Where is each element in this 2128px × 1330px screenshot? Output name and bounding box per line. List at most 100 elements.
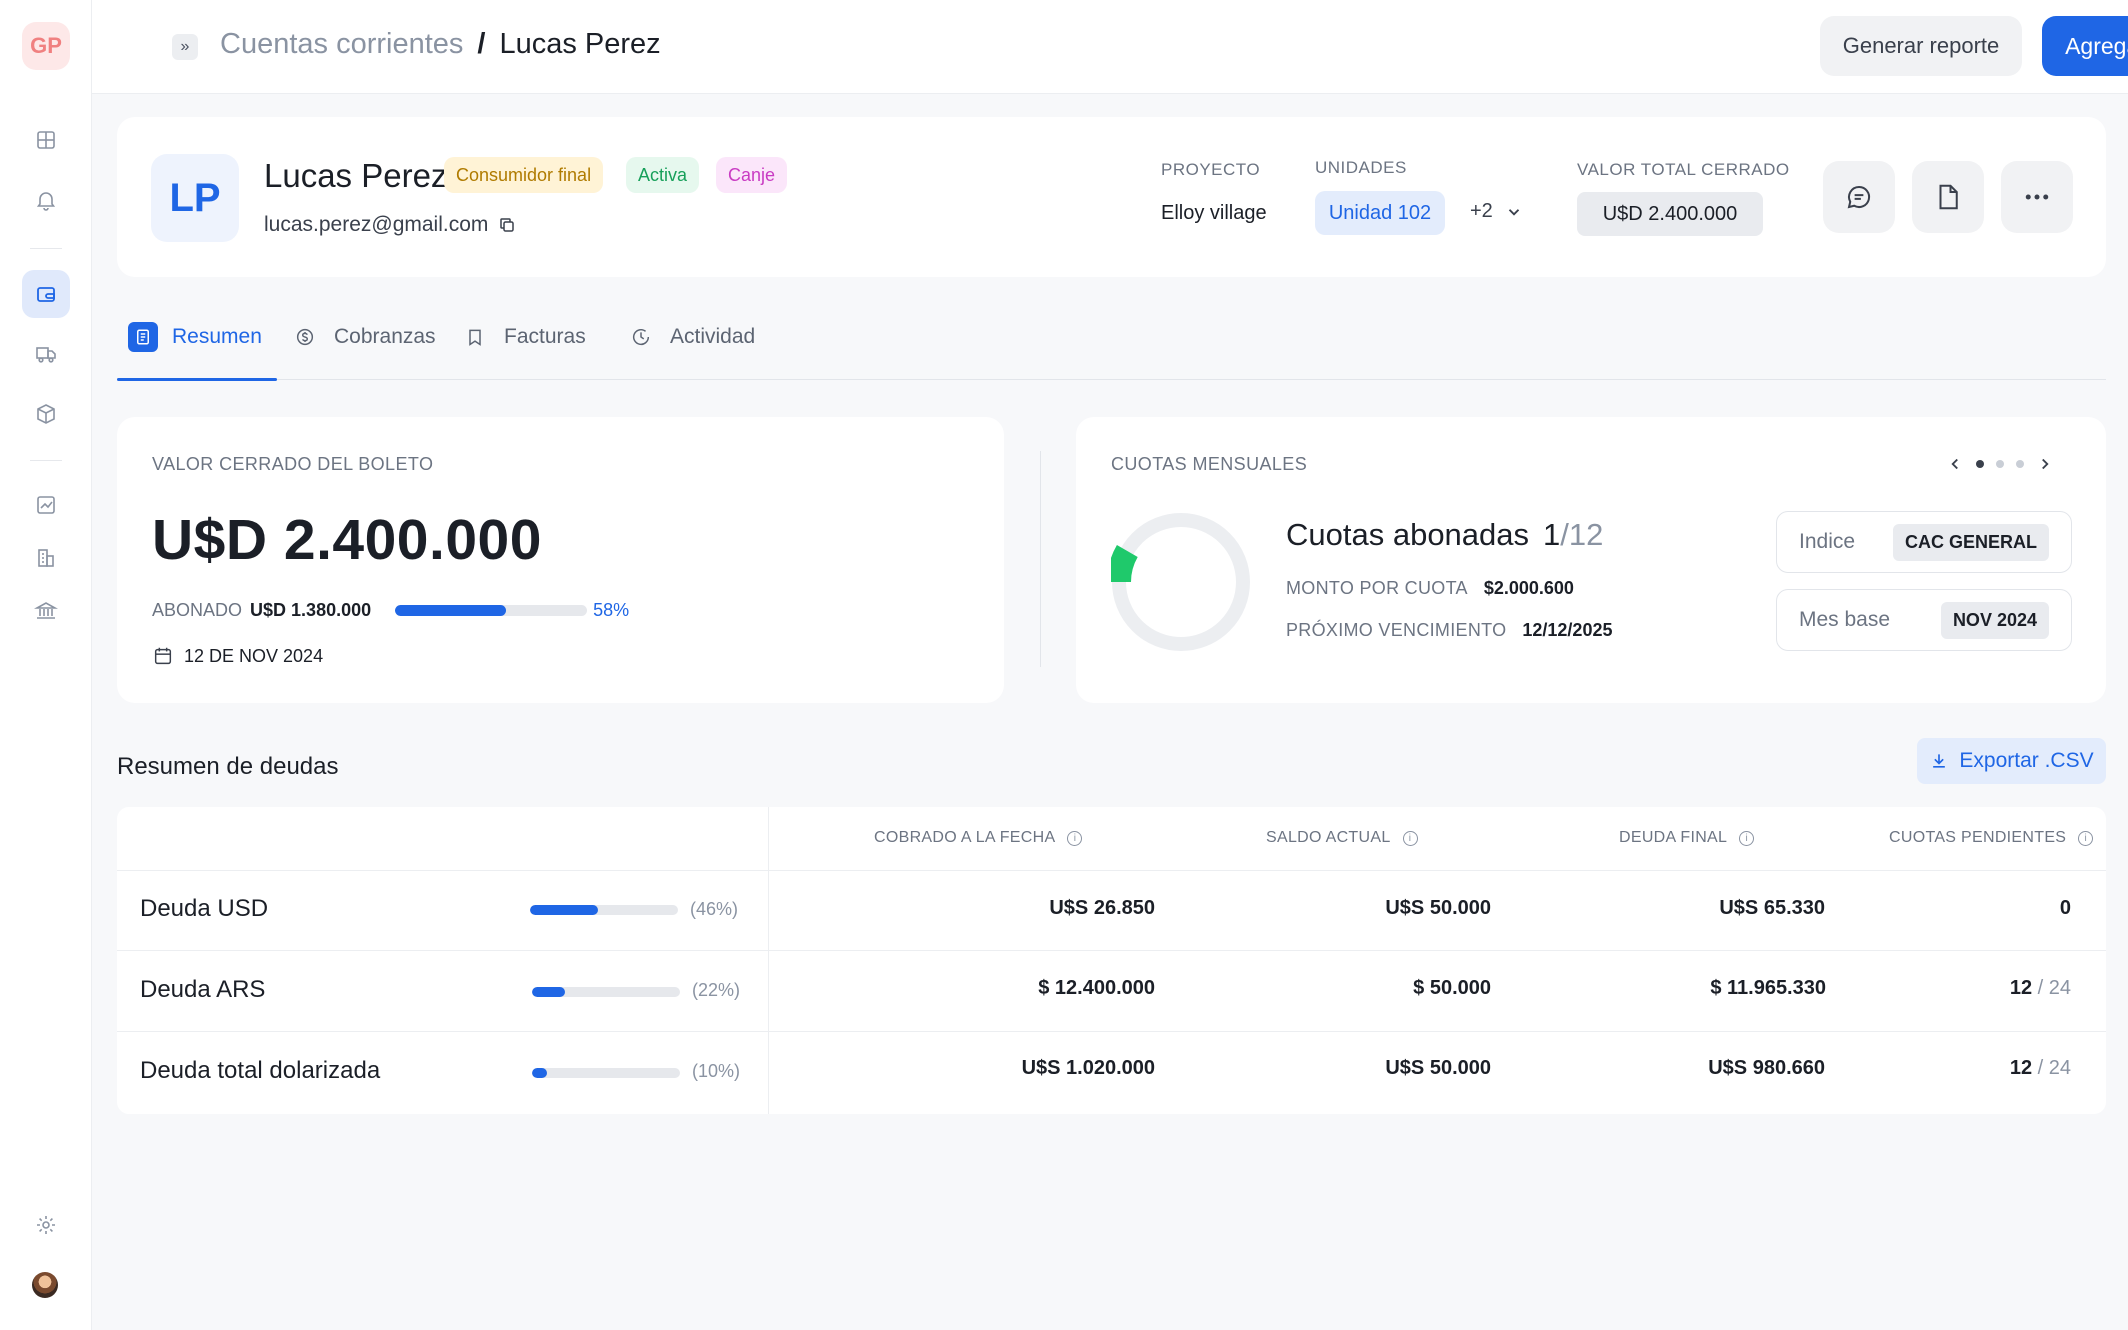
project-label: PROYECTO: [1161, 160, 1261, 179]
table-row-divider: [117, 950, 2106, 951]
chart-icon[interactable]: [22, 481, 70, 529]
user-avatar[interactable]: [32, 1272, 58, 1298]
header-saldo: SALDO ACTUAL i: [1266, 829, 1418, 847]
indice-value: CAC GENERAL: [1892, 523, 2049, 561]
header-cuotas-pendientes: CUOTAS PENDIENTES i: [1889, 829, 2094, 847]
download-icon: [1933, 754, 1946, 768]
app-logo[interactable]: GP: [22, 22, 70, 70]
cell-saldo: $ 50.000: [1413, 977, 1491, 999]
unit-pill[interactable]: Unidad 102: [1315, 191, 1445, 235]
cuotas-pendientes-count: 12: [2009, 977, 2033, 999]
chevron-left-icon[interactable]: [1946, 455, 1964, 473]
bank-icon[interactable]: [22, 587, 70, 635]
active-tab-indicator: [117, 378, 277, 381]
generate-report-button[interactable]: Generar reporte: [1820, 16, 2022, 76]
header-saldo-label: SALDO ACTUAL: [1266, 829, 1391, 846]
row-progress-fill: [530, 905, 599, 915]
cuotas-paid: 1: [1543, 517, 1561, 552]
chat-icon: [1847, 185, 1871, 209]
cuotas-title-row: Cuotas abonadas 1/12: [1286, 517, 1603, 553]
chevron-right-icon[interactable]: [2036, 455, 2054, 473]
header-deuda-final-label: DEUDA FINAL: [1619, 829, 1728, 846]
cuotas-title: Cuotas abonadas: [1286, 517, 1530, 552]
tab-actividad[interactable]: Actividad: [626, 322, 755, 380]
header-cuotas-pendientes-label: CUOTAS PENDIENTES: [1889, 829, 2067, 846]
donut-track: [1112, 513, 1250, 651]
proximo-row: PRÓXIMO VENCIMIENTO 12/12/2025: [1286, 620, 1612, 641]
add-button-label: Agregar: [2065, 32, 2128, 59]
chevron-down-icon: [1508, 208, 1519, 216]
topbar: » Cuentas corrientes / Lucas Perez Gener…: [92, 0, 2128, 94]
client-email: lucas.perez@gmail.com: [264, 213, 516, 237]
sidebar-divider: [30, 248, 62, 249]
comments-button[interactable]: [1823, 161, 1895, 233]
cuotas-pendientes-count: 0: [2059, 897, 2071, 919]
units-more-dropdown[interactable]: +2: [1470, 200, 1523, 223]
cell-saldo: U$S 50.000: [1385, 1057, 1491, 1079]
cell-cobrado: U$S 26.850: [1049, 897, 1155, 919]
clock-icon: [626, 322, 656, 352]
tab-bar: Resumen Cobranzas Facturas Actividad: [117, 318, 2106, 381]
cell-deuda-final: $ 11.965.330: [1710, 977, 1826, 999]
cell-cuotas-pendientes: 0: [2060, 897, 2071, 920]
calendar-icon: [154, 647, 172, 665]
client-email-text: lucas.perez@gmail.com: [264, 213, 489, 236]
cell-cuotas-pendientes: 12 / 24: [2010, 977, 2071, 1000]
carousel-dot[interactable]: [1976, 460, 1984, 468]
mes-base-value: NOV 2024: [1940, 601, 2049, 639]
tab-resumen[interactable]: Resumen: [128, 322, 262, 380]
cuotas-donut-chart: [1111, 513, 1250, 651]
export-csv-button[interactable]: Exportar .CSV: [1917, 738, 2106, 784]
total-value-pill: U$D 2.400.000: [1577, 192, 1763, 236]
wallet-icon[interactable]: [22, 270, 70, 318]
cell-cobrado: U$S 1.020.000: [1021, 1057, 1155, 1079]
carousel-dot[interactable]: [1996, 460, 2004, 468]
client-header-card: LP Lucas Perez Consumidor final Activa C…: [117, 117, 2106, 277]
client-name: Lucas Perez: [264, 157, 448, 194]
grid-icon[interactable]: [22, 116, 70, 164]
cell-deuda-final: U$S 980.660: [1708, 1057, 1825, 1079]
more-options-button[interactable]: [2001, 161, 2073, 233]
table-column-divider: [768, 807, 769, 1114]
monto-label: MONTO POR CUOTA: [1286, 578, 1468, 598]
document-button[interactable]: [1912, 161, 1984, 233]
cell-cuotas-pendientes: 12 / 24: [2010, 1057, 2071, 1080]
row-progress-fill: [532, 1068, 547, 1078]
indice-select[interactable]: Indice CAC GENERAL: [1776, 511, 2072, 573]
breadcrumb-parent[interactable]: Cuentas corrientes: [220, 28, 463, 61]
boleto-caption: VALOR CERRADO DEL BOLETO: [152, 454, 434, 474]
sidebar: GP: [0, 0, 92, 1330]
copy-icon[interactable]: [498, 216, 516, 234]
boleto-date-row: 12 DE NOV 2024: [152, 645, 323, 667]
cuotas-card: CUOTAS MENSUALES Cuotas abonadas 1/12 MO…: [1076, 417, 2106, 703]
row-percent: (10%): [692, 1061, 741, 1081]
mes-base-select[interactable]: Mes base NOV 2024: [1776, 589, 2072, 651]
units-label: UNIDADES: [1315, 158, 1407, 177]
box-icon[interactable]: [22, 390, 70, 438]
expand-sidebar-icon[interactable]: »: [172, 34, 198, 60]
monto-value: $2.000.600: [1483, 578, 1574, 598]
cuotas-total: /12: [1560, 517, 1604, 552]
carousel-controls: [1946, 455, 2054, 473]
tag-consumidor-final: Consumidor final: [444, 157, 604, 193]
header-deuda-final: DEUDA FINAL i: [1619, 829, 1755, 847]
row-progress-fill: [532, 987, 565, 997]
truck-icon[interactable]: [22, 330, 70, 378]
cuotas-caption: CUOTAS MENSUALES: [1111, 454, 1308, 474]
building-icon[interactable]: [22, 534, 70, 582]
info-icon[interactable]: i: [1739, 830, 1755, 846]
bell-icon[interactable]: [22, 176, 70, 224]
donut-paid-arc: [1111, 545, 1138, 583]
abonado-label: ABONADO: [152, 600, 243, 620]
add-button[interactable]: Agregar: [2042, 16, 2128, 76]
breadcrumb-separator: /: [477, 28, 486, 60]
info-icon[interactable]: i: [1067, 830, 1083, 846]
tab-cobranzas[interactable]: Cobranzas: [290, 322, 436, 380]
carousel-dot[interactable]: [2016, 460, 2024, 468]
info-icon[interactable]: i: [2078, 830, 2094, 846]
settings-icon[interactable]: [22, 1201, 70, 1249]
info-icon[interactable]: i: [1402, 830, 1418, 846]
header-cobrado: COBRADO A LA FECHA i: [874, 829, 1083, 847]
cell-saldo: U$S 50.000: [1385, 897, 1491, 919]
tab-facturas[interactable]: Facturas: [460, 322, 586, 380]
